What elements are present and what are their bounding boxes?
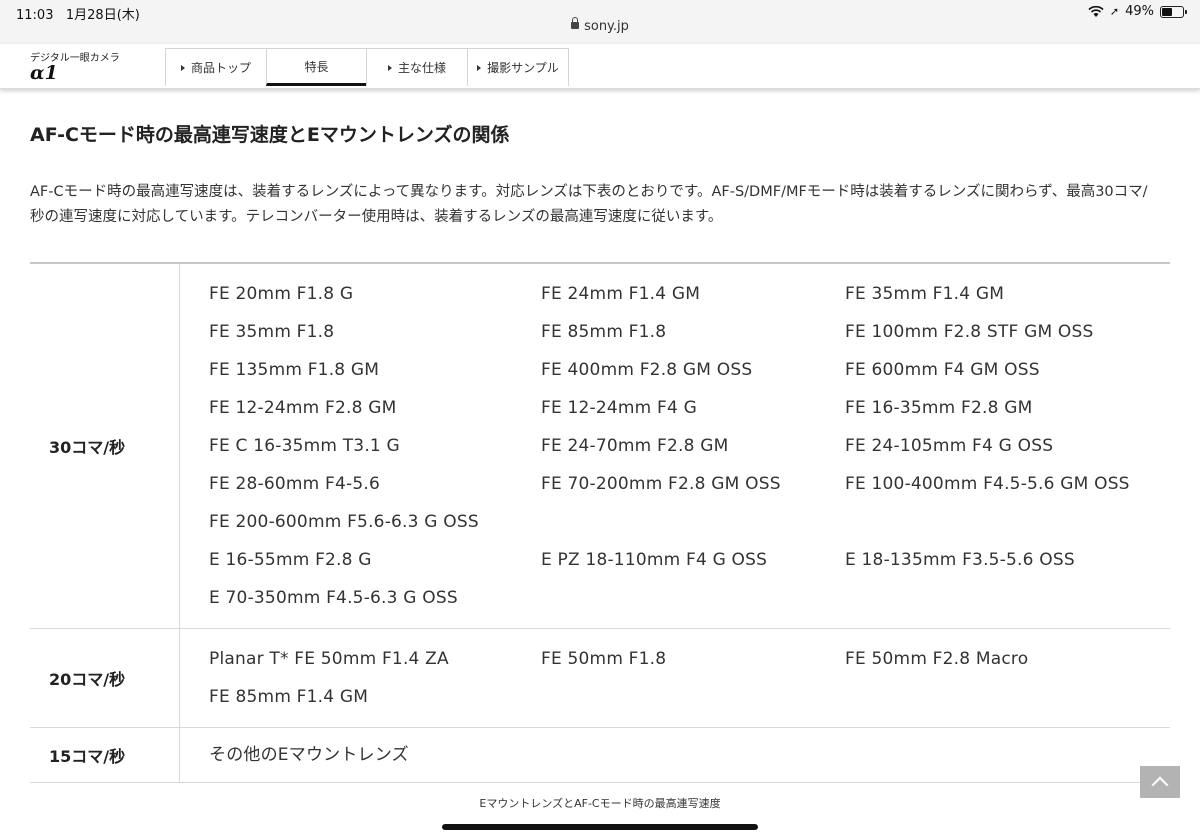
lens-cell: FE 200-600mm F5.6-6.3 G OSS bbox=[209, 512, 479, 532]
lens-cell: E PZ 18-110mm F4 G OSS bbox=[541, 550, 768, 570]
lens-cell: FE 100mm F2.8 STF GM OSS bbox=[845, 322, 1094, 342]
lens-cell: FE 400mm F2.8 GM OSS bbox=[541, 360, 753, 380]
tab-specs[interactable]: 主な仕様 bbox=[366, 48, 468, 86]
lens-cell: FE 135mm F1.8 GM bbox=[209, 360, 380, 380]
lens-cell: FE 20mm F1.8 G bbox=[209, 284, 354, 304]
lens-list: FE 20mm F1.8 G FE 24mm F1.4 GM FE 35mm F1.… bbox=[181, 264, 1170, 628]
lens-cell: E 18-135mm F3.5-5.6 OSS bbox=[845, 550, 1075, 570]
back-to-top-button[interactable] bbox=[1140, 766, 1180, 798]
lens-cell: FE 70-200mm F2.8 GM OSS bbox=[541, 474, 781, 494]
lens-cell: FE 600mm F4 GM OSS bbox=[845, 360, 1040, 380]
lens-cell: FE 100-400mm F4.5-5.6 GM OSS bbox=[845, 474, 1130, 494]
lens-cell: E 70-350mm F4.5-6.3 G OSS bbox=[209, 588, 458, 608]
status-bar: 11:03 1月28日(木) sony.jp ➚ 49% bbox=[0, 0, 1200, 44]
row-label: 15コマ/秒 bbox=[30, 728, 180, 782]
tab-product-top[interactable]: 商品トップ bbox=[165, 48, 267, 86]
url-text: sony.jp bbox=[584, 19, 629, 34]
lens-cell bbox=[541, 736, 845, 774]
tab-label: 主な仕様 bbox=[397, 61, 446, 75]
address-bar[interactable]: sony.jp bbox=[0, 17, 1200, 34]
battery-level bbox=[1162, 7, 1172, 16]
lens-cell: E 16-55mm F2.8 G bbox=[209, 550, 372, 570]
lens-cell bbox=[845, 736, 1165, 774]
lens-cell: FE 24-70mm F2.8 GM bbox=[541, 436, 729, 456]
home-indicator bbox=[442, 824, 758, 830]
section-heading: AF-Cモード時の最高連写速度とEマウントレンズの関係 bbox=[30, 124, 510, 146]
lens-cell bbox=[541, 579, 845, 617]
lens-cell: FE 12-24mm F4 G bbox=[541, 398, 698, 418]
lens-cell bbox=[845, 678, 1165, 716]
tab-label: 特長 bbox=[304, 59, 329, 74]
table-row: 20コマ/秒 Planar T* FE 50mm F1.4 ZA FE 50mm … bbox=[30, 629, 1170, 728]
lens-cell bbox=[541, 503, 845, 541]
lens-cell: Planar T* FE 50mm F1.4 ZA bbox=[209, 649, 449, 669]
lens-cell bbox=[845, 579, 1165, 617]
lens-cell: FE 85mm F1.4 GM bbox=[209, 687, 369, 707]
lens-cell: FE 12-24mm F2.8 GM bbox=[209, 398, 397, 418]
battery-text: 49% bbox=[1125, 4, 1154, 19]
lens-cell: FE 24mm F1.4 GM bbox=[541, 284, 701, 304]
lens-cell: その他のEマウントレンズ bbox=[209, 745, 409, 765]
triangle-right-icon bbox=[477, 64, 482, 71]
row-label: 30コマ/秒 bbox=[30, 264, 180, 628]
lens-cell bbox=[845, 503, 1165, 541]
lens-cell: FE 50mm F1.8 bbox=[541, 649, 667, 669]
section-intro: AF-Cモード時の最高連写速度は、装着するレンズによって異なります。対応レンズは… bbox=[30, 184, 1148, 225]
lens-list: Planar T* FE 50mm F1.4 ZA FE 50mm F1.8 FE … bbox=[181, 629, 1170, 727]
lens-cell: FE C 16-35mm T3.1 G bbox=[209, 436, 400, 456]
product-nav: デジタル一眼カメラ α1 商品トップ 特長 主な仕様 撮影サンプル bbox=[0, 44, 1200, 89]
lens-cell: FE 35mm F1.4 GM bbox=[845, 284, 1005, 304]
lens-cell bbox=[541, 678, 845, 716]
lens-cell: FE 50mm F2.8 Macro bbox=[845, 649, 1029, 669]
status-indicators: ➚ 49% bbox=[1088, 4, 1187, 19]
tab-samples[interactable]: 撮影サンプル bbox=[467, 48, 569, 86]
row-label: 20コマ/秒 bbox=[30, 629, 180, 727]
tab-label: 商品トップ bbox=[190, 61, 251, 75]
lens-cell: FE 28-60mm F4-5.6 bbox=[209, 474, 381, 494]
table-row: 30コマ/秒 FE 20mm F1.8 G FE 24mm F1.4 GM FE 3… bbox=[30, 264, 1170, 629]
triangle-right-icon bbox=[387, 64, 392, 71]
table-row: 15コマ/秒 その他のEマウントレンズ bbox=[30, 728, 1170, 783]
lens-cell: FE 35mm F1.8 bbox=[209, 322, 335, 342]
tab-label: 撮影サンプル bbox=[487, 61, 559, 75]
lens-cell: FE 85mm F1.8 bbox=[541, 322, 667, 342]
lens-list: その他のEマウントレンズ bbox=[181, 728, 1170, 782]
location-icon: ➚ bbox=[1109, 5, 1120, 18]
lens-cell: FE 16-35mm F2.8 GM bbox=[845, 398, 1033, 418]
product-name[interactable]: α1 bbox=[30, 62, 58, 84]
lock-icon bbox=[571, 17, 580, 29]
tab-features[interactable]: 特長 bbox=[266, 48, 367, 86]
product-tabs: 商品トップ 特長 主な仕様 撮影サンプル bbox=[165, 48, 569, 88]
lens-speed-table: 30コマ/秒 FE 20mm F1.8 G FE 24mm F1.4 GM FE 3… bbox=[30, 262, 1170, 783]
table-caption: EマウントレンズとAF-Cモード時の最高連写速度 bbox=[479, 797, 721, 810]
wifi-icon bbox=[1088, 6, 1104, 17]
triangle-right-icon bbox=[180, 64, 185, 71]
battery-icon bbox=[1160, 5, 1187, 18]
lens-cell: FE 24-105mm F4 G OSS bbox=[845, 436, 1054, 456]
